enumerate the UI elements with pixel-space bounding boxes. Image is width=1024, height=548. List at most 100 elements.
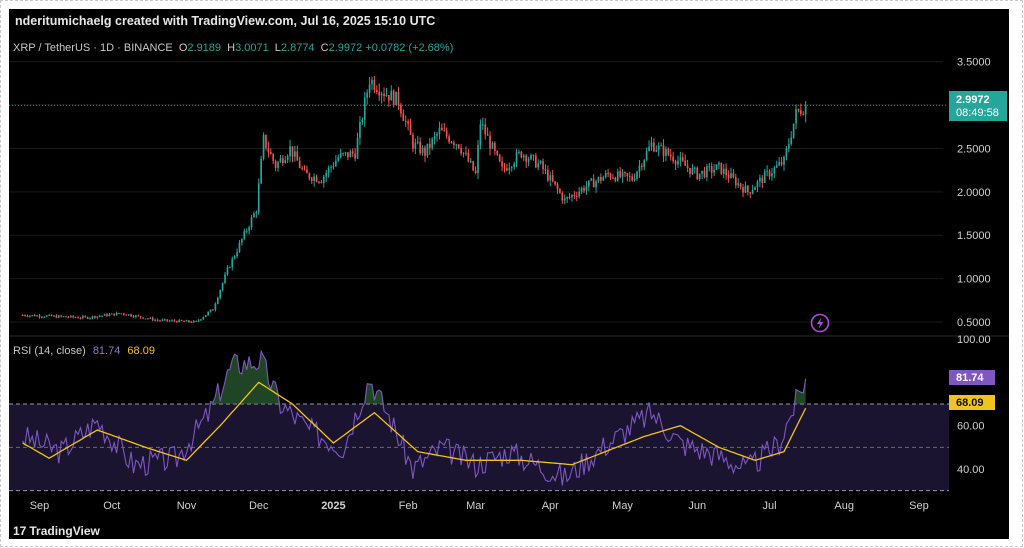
- candle-body: [151, 317, 154, 321]
- rsi-overbought-fill: [22, 351, 806, 404]
- candle-body: [460, 148, 462, 154]
- candle-body: [200, 319, 202, 321]
- candle-body: [132, 316, 135, 318]
- rsi-legend-value: 81.74: [92, 345, 121, 357]
- candle-body: [347, 152, 349, 158]
- candle-body: [359, 122, 361, 138]
- candle-body: [320, 181, 323, 183]
- candle-body: [67, 316, 70, 318]
- candle-body: [260, 158, 263, 184]
- candle-body: [43, 316, 46, 318]
- candle-body: [77, 317, 79, 319]
- candle-body: [747, 185, 749, 193]
- candle-body: [542, 161, 544, 170]
- candle-body: [402, 113, 405, 121]
- open-value: 2.9189: [187, 42, 222, 54]
- candle-body: [404, 120, 407, 122]
- candle-body: [375, 89, 378, 92]
- candle-body: [489, 135, 491, 149]
- time-tick-label: Jun: [688, 500, 706, 512]
- candle-body: [363, 97, 366, 120]
- candle-body: [147, 318, 149, 320]
- candle-body: [163, 319, 166, 321]
- candle-body: [778, 162, 781, 166]
- candle-body: [785, 148, 788, 157]
- candle-body: [366, 92, 369, 98]
- candle-body: [766, 170, 768, 172]
- candle-body: [185, 320, 188, 322]
- candle-body: [392, 90, 395, 106]
- chart-svg[interactable]: 3.50003.00002.50002.00001.50001.00000.50…: [9, 9, 1009, 539]
- candle-body: [204, 315, 207, 318]
- candle-body: [202, 317, 205, 320]
- rsi-ma-value-label: 68.09: [949, 395, 995, 410]
- candle-body: [443, 130, 446, 132]
- candle-body: [602, 177, 605, 181]
- candle-body: [479, 124, 482, 145]
- candle-body: [409, 123, 412, 135]
- candle-body: [354, 153, 356, 159]
- candle-body: [790, 137, 793, 145]
- lightning-bolt-icon[interactable]: [810, 313, 830, 333]
- candle-body: [250, 217, 253, 228]
- candle-body: [575, 195, 578, 197]
- candle-body: [407, 121, 409, 124]
- candle-body: [522, 155, 525, 158]
- candle-body: [154, 319, 156, 321]
- price-tick-label: 3.5000: [957, 57, 991, 69]
- candle-body: [373, 79, 376, 90]
- candle-body: [662, 145, 665, 157]
- candle-body: [50, 314, 53, 317]
- candle-body: [761, 177, 764, 183]
- candle-body: [730, 173, 732, 179]
- candle-body: [751, 190, 754, 194]
- candle-body: [137, 315, 140, 317]
- price-grid: [9, 61, 943, 323]
- candle-body: [272, 154, 275, 162]
- time-tick-label: Apr: [542, 500, 559, 512]
- candle-body: [188, 320, 190, 322]
- candle-body: [556, 184, 559, 190]
- candle-body: [378, 91, 381, 96]
- candle-body: [710, 166, 713, 173]
- candle-body: [597, 177, 600, 182]
- candle-body: [559, 189, 561, 193]
- candle-body: [125, 314, 128, 316]
- candle-body: [31, 315, 34, 317]
- candle-body: [431, 138, 434, 148]
- candle-body: [645, 150, 648, 161]
- candle-body: [57, 315, 60, 318]
- candle-body: [301, 167, 303, 169]
- candle-body: [337, 157, 340, 161]
- candle-body: [474, 170, 477, 174]
- candle-body: [549, 175, 552, 181]
- candle-body: [306, 169, 308, 174]
- candle-body: [595, 181, 597, 188]
- candle-body: [380, 93, 383, 96]
- candle-body: [130, 314, 132, 317]
- symbol-name: XRP / TetherUS · 1D · BINANCE: [13, 42, 173, 54]
- time-axis[interactable]: Sep Oct Nov Dec 2025 Feb Mar Apr May Jun Jul Aug Sep: [30, 500, 929, 512]
- candle-body: [45, 315, 48, 317]
- candle-body: [508, 167, 511, 171]
- candle-body: [192, 320, 195, 323]
- time-tick-label: Aug: [834, 500, 854, 512]
- candle-body: [739, 183, 742, 188]
- price-tick-label: 2.5000: [957, 143, 991, 155]
- candle-body: [648, 146, 650, 151]
- candle-body: [773, 167, 776, 174]
- candle-body: [144, 318, 147, 320]
- candle-body: [722, 168, 725, 174]
- change-value: +0.0782 (+2.68%): [365, 42, 454, 54]
- candle-body: [626, 173, 629, 177]
- time-tick-label: May: [612, 500, 633, 512]
- candle-body: [308, 173, 311, 179]
- candle-body: [241, 238, 243, 243]
- candle-body: [135, 315, 137, 317]
- candle-body: [291, 146, 294, 157]
- candle-body: [236, 251, 238, 257]
- candle-body: [325, 173, 328, 177]
- candle-body: [180, 320, 183, 322]
- candle-body: [539, 161, 542, 164]
- candle-body: [633, 178, 636, 181]
